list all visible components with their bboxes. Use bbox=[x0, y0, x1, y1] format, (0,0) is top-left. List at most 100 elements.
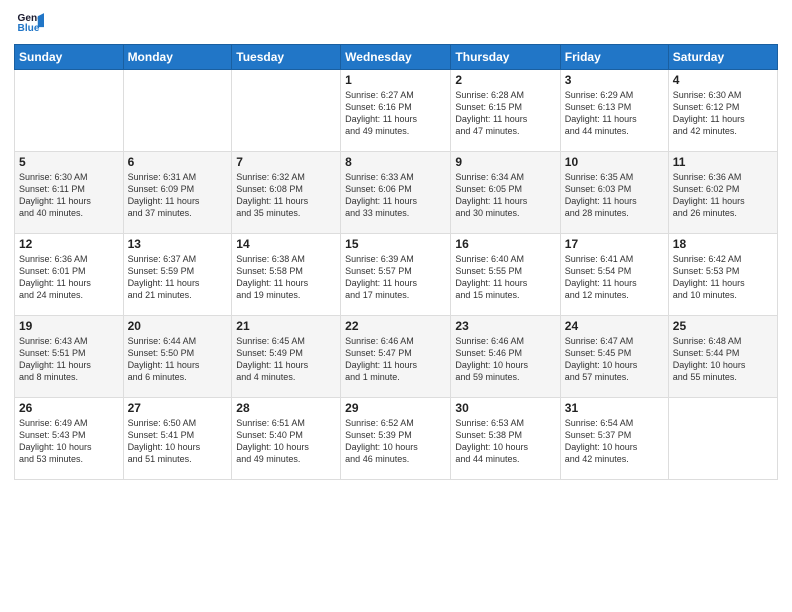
header: General Blue bbox=[14, 10, 778, 38]
day-number: 18 bbox=[673, 237, 773, 251]
calendar-cell: 9Sunrise: 6:34 AMSunset: 6:05 PMDaylight… bbox=[451, 152, 560, 234]
calendar-cell bbox=[15, 70, 124, 152]
day-number: 16 bbox=[455, 237, 555, 251]
calendar-cell: 14 Sunrise: 6:38 AMSunset: 5:58 PMDayligh… bbox=[232, 234, 341, 316]
logo: General Blue bbox=[14, 10, 44, 38]
calendar-cell: 7 Sunrise: 6:32 AMSunset: 6:08 PMDaylight… bbox=[232, 152, 341, 234]
cell-content: Sunrise: 6:33 AMSunset: 6:06 PMDaylight:… bbox=[345, 171, 446, 220]
calendar-cell: 2 Sunrise: 6:28 AMSunset: 6:15 PMDaylight… bbox=[451, 70, 560, 152]
cell-content: Sunrise: 6:47 AMSunset: 5:45 PMDaylight:… bbox=[565, 335, 664, 384]
day-number: 2 bbox=[455, 73, 555, 87]
cell-content: Sunrise: 6:38 AMSunset: 5:58 PMDaylight:… bbox=[236, 253, 336, 302]
cell-content: Sunrise: 6:53 AMSunset: 5:38 PMDaylight:… bbox=[455, 417, 555, 466]
calendar-cell: 15 Sunrise: 6:39 AMSunset: 5:57 PMDayligh… bbox=[341, 234, 451, 316]
day-number: 23 bbox=[455, 319, 555, 333]
cell-content: Sunrise: 6:46 AMSunset: 5:47 PMDaylight:… bbox=[345, 335, 446, 384]
cell-content: Sunrise: 6:29 AMSunset: 6:13 PMDaylight:… bbox=[565, 89, 664, 138]
day-number: 28 bbox=[236, 401, 336, 415]
cell-content: Sunrise: 6:31 AMSunset: 6:09 PMDaylight:… bbox=[128, 171, 228, 220]
cell-content: Sunrise: 6:35 AMSunset: 6:03 PMDaylight:… bbox=[565, 171, 664, 220]
day-number: 3 bbox=[565, 73, 664, 87]
calendar-cell: 27 Sunrise: 6:50 AMSunset: 5:41 PMDayligh… bbox=[123, 398, 232, 480]
day-number: 22 bbox=[345, 319, 446, 333]
cell-content: Sunrise: 6:40 AMSunset: 5:55 PMDaylight:… bbox=[455, 253, 555, 302]
day-number: 20 bbox=[128, 319, 228, 333]
logo-icon: General Blue bbox=[16, 10, 44, 38]
day-number: 11 bbox=[673, 155, 773, 169]
weekday-header-row: SundayMondayTuesdayWednesdayThursdayFrid… bbox=[15, 45, 778, 70]
calendar-cell: 10 Sunrise: 6:35 AMSunset: 6:03 PMDayligh… bbox=[560, 152, 668, 234]
cell-content: Sunrise: 6:34 AMSunset: 6:05 PMDaylight:… bbox=[455, 171, 555, 220]
day-number: 10 bbox=[565, 155, 664, 169]
day-number: 25 bbox=[673, 319, 773, 333]
calendar-cell: 30 Sunrise: 6:53 AMSunset: 5:38 PMDayligh… bbox=[451, 398, 560, 480]
day-number: 17 bbox=[565, 237, 664, 251]
calendar-cell: 4 Sunrise: 6:30 AMSunset: 6:12 PMDaylight… bbox=[668, 70, 777, 152]
day-number: 24 bbox=[565, 319, 664, 333]
day-number: 5 bbox=[19, 155, 119, 169]
cell-content: Sunrise: 6:49 AMSunset: 5:43 PMDaylight:… bbox=[19, 417, 119, 466]
calendar-cell: 17 Sunrise: 6:41 AMSunset: 5:54 PMDayligh… bbox=[560, 234, 668, 316]
cell-content: Sunrise: 6:44 AMSunset: 5:50 PMDaylight:… bbox=[128, 335, 228, 384]
day-number: 13 bbox=[128, 237, 228, 251]
calendar-table: SundayMondayTuesdayWednesdayThursdayFrid… bbox=[14, 44, 778, 480]
day-number: 31 bbox=[565, 401, 664, 415]
calendar-cell: 3 Sunrise: 6:29 AMSunset: 6:13 PMDaylight… bbox=[560, 70, 668, 152]
cell-content: Sunrise: 6:39 AMSunset: 5:57 PMDaylight:… bbox=[345, 253, 446, 302]
day-number: 26 bbox=[19, 401, 119, 415]
weekday-header-saturday: Saturday bbox=[668, 45, 777, 70]
cell-content: Sunrise: 6:50 AMSunset: 5:41 PMDaylight:… bbox=[128, 417, 228, 466]
calendar-cell bbox=[668, 398, 777, 480]
cell-content: Sunrise: 6:30 AMSunset: 6:11 PMDaylight:… bbox=[19, 171, 119, 220]
calendar-cell: 18Sunrise: 6:42 AMSunset: 5:53 PMDayligh… bbox=[668, 234, 777, 316]
calendar-cell: 23Sunrise: 6:46 AMSunset: 5:46 PMDayligh… bbox=[451, 316, 560, 398]
calendar-cell: 28 Sunrise: 6:51 AMSunset: 5:40 PMDayligh… bbox=[232, 398, 341, 480]
day-number: 14 bbox=[236, 237, 336, 251]
calendar-cell: 16 Sunrise: 6:40 AMSunset: 5:55 PMDayligh… bbox=[451, 234, 560, 316]
calendar-cell: 5 Sunrise: 6:30 AMSunset: 6:11 PMDaylight… bbox=[15, 152, 124, 234]
cell-content: Sunrise: 6:37 AMSunset: 5:59 PMDaylight:… bbox=[128, 253, 228, 302]
cell-content: Sunrise: 6:41 AMSunset: 5:54 PMDaylight:… bbox=[565, 253, 664, 302]
weekday-header-thursday: Thursday bbox=[451, 45, 560, 70]
day-number: 12 bbox=[19, 237, 119, 251]
calendar-cell: 26 Sunrise: 6:49 AMSunset: 5:43 PMDayligh… bbox=[15, 398, 124, 480]
calendar-cell: 21Sunrise: 6:45 AMSunset: 5:49 PMDayligh… bbox=[232, 316, 341, 398]
day-number: 15 bbox=[345, 237, 446, 251]
calendar-cell: 1Sunrise: 6:27 AMSunset: 6:16 PMDaylight… bbox=[341, 70, 451, 152]
weekday-header-tuesday: Tuesday bbox=[232, 45, 341, 70]
calendar-cell: 31 Sunrise: 6:54 AMSunset: 5:37 PMDayligh… bbox=[560, 398, 668, 480]
calendar-cell: 11Sunrise: 6:36 AMSunset: 6:02 PMDayligh… bbox=[668, 152, 777, 234]
calendar-cell bbox=[123, 70, 232, 152]
day-number: 29 bbox=[345, 401, 446, 415]
cell-content: Sunrise: 6:54 AMSunset: 5:37 PMDaylight:… bbox=[565, 417, 664, 466]
calendar-week-row: 12 Sunrise: 6:36 AMSunset: 6:01 PMDayligh… bbox=[15, 234, 778, 316]
calendar-week-row: 26 Sunrise: 6:49 AMSunset: 5:43 PMDayligh… bbox=[15, 398, 778, 480]
calendar-week-row: 19Sunrise: 6:43 AMSunset: 5:51 PMDayligh… bbox=[15, 316, 778, 398]
cell-content: Sunrise: 6:27 AMSunset: 6:16 PMDaylight:… bbox=[345, 89, 446, 138]
cell-content: Sunrise: 6:51 AMSunset: 5:40 PMDaylight:… bbox=[236, 417, 336, 466]
day-number: 4 bbox=[673, 73, 773, 87]
calendar-cell: 8 Sunrise: 6:33 AMSunset: 6:06 PMDaylight… bbox=[341, 152, 451, 234]
day-number: 7 bbox=[236, 155, 336, 169]
cell-content: Sunrise: 6:45 AMSunset: 5:49 PMDaylight:… bbox=[236, 335, 336, 384]
weekday-header-wednesday: Wednesday bbox=[341, 45, 451, 70]
cell-content: Sunrise: 6:30 AMSunset: 6:12 PMDaylight:… bbox=[673, 89, 773, 138]
calendar-cell: 20 Sunrise: 6:44 AMSunset: 5:50 PMDayligh… bbox=[123, 316, 232, 398]
calendar-cell: 13 Sunrise: 6:37 AMSunset: 5:59 PMDayligh… bbox=[123, 234, 232, 316]
page-container: General Blue SundayMondayTuesdayWednesda… bbox=[0, 0, 792, 612]
cell-content: Sunrise: 6:28 AMSunset: 6:15 PMDaylight:… bbox=[455, 89, 555, 138]
calendar-cell bbox=[232, 70, 341, 152]
weekday-header-monday: Monday bbox=[123, 45, 232, 70]
day-number: 27 bbox=[128, 401, 228, 415]
cell-content: Sunrise: 6:32 AMSunset: 6:08 PMDaylight:… bbox=[236, 171, 336, 220]
calendar-cell: 19Sunrise: 6:43 AMSunset: 5:51 PMDayligh… bbox=[15, 316, 124, 398]
day-number: 30 bbox=[455, 401, 555, 415]
svg-text:Blue: Blue bbox=[18, 23, 40, 34]
calendar-cell: 24 Sunrise: 6:47 AMSunset: 5:45 PMDayligh… bbox=[560, 316, 668, 398]
calendar-week-row: 1Sunrise: 6:27 AMSunset: 6:16 PMDaylight… bbox=[15, 70, 778, 152]
day-number: 8 bbox=[345, 155, 446, 169]
cell-content: Sunrise: 6:48 AMSunset: 5:44 PMDaylight:… bbox=[673, 335, 773, 384]
day-number: 19 bbox=[19, 319, 119, 333]
day-number: 6 bbox=[128, 155, 228, 169]
cell-content: Sunrise: 6:36 AMSunset: 6:01 PMDaylight:… bbox=[19, 253, 119, 302]
